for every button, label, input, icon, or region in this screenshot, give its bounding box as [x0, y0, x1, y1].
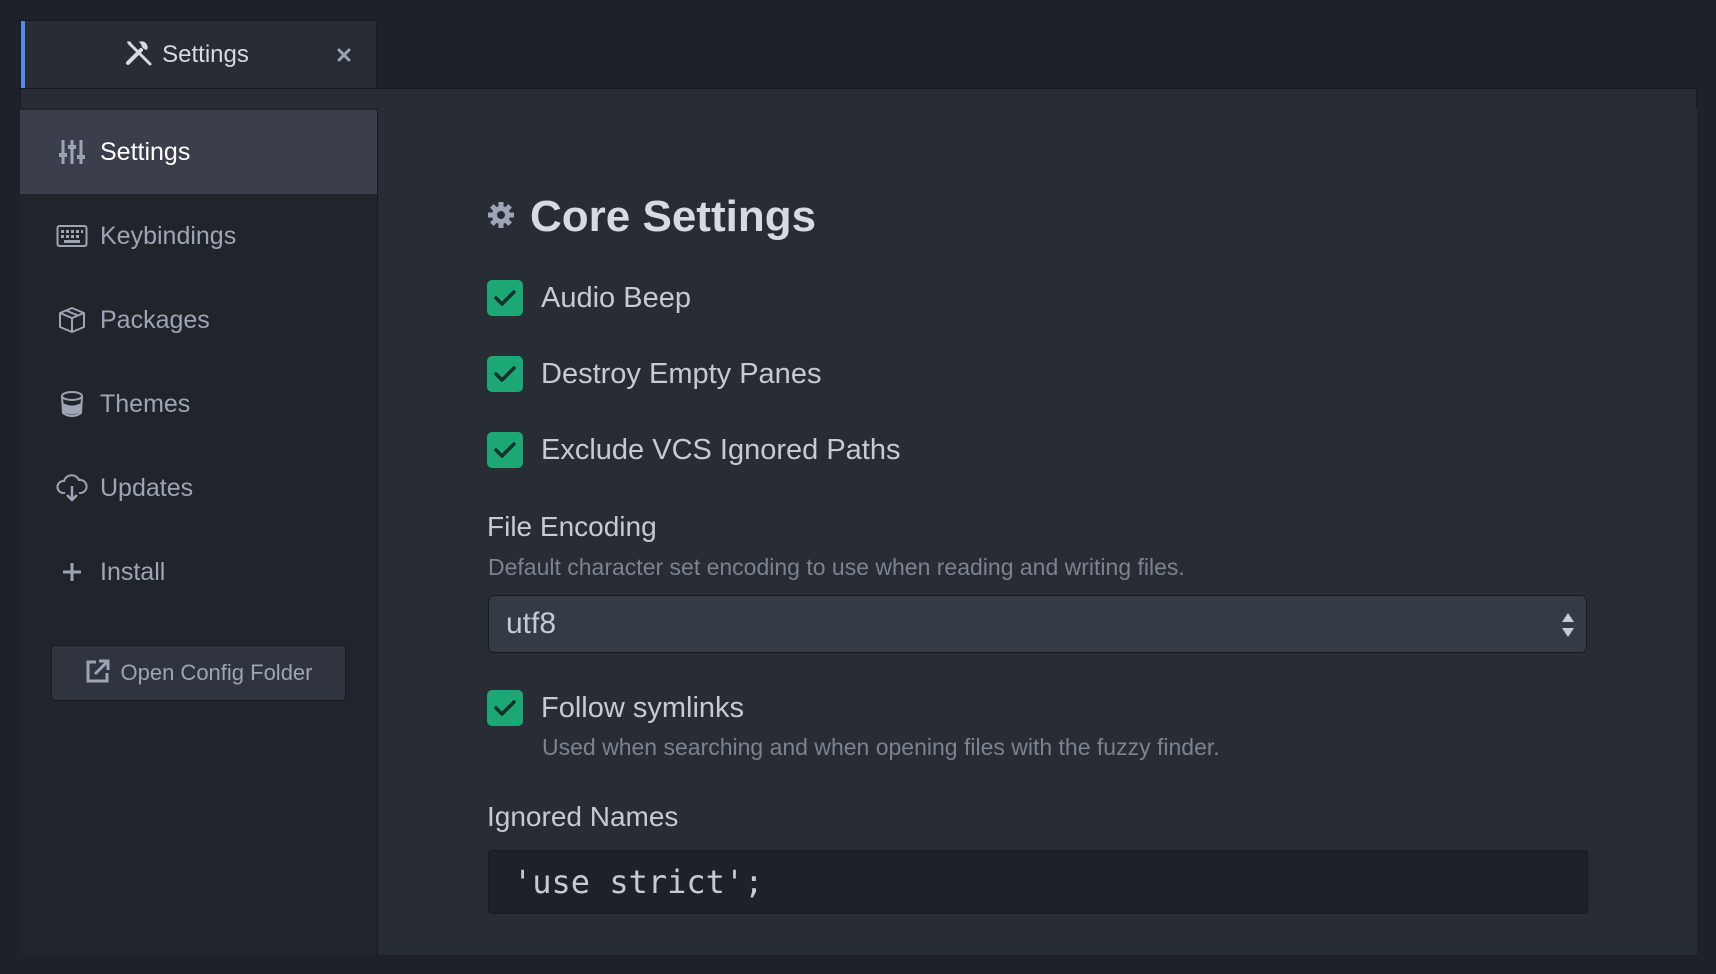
- sidebar-item-themes[interactable]: Themes: [20, 362, 377, 446]
- audio-beep-label: Audio Beep: [541, 281, 691, 314]
- tools-icon: [124, 38, 154, 73]
- ignored-names-value: 'use strict';: [513, 863, 764, 901]
- sidebar-item-packages[interactable]: Packages: [20, 278, 377, 362]
- select-arrows-icon: [1560, 610, 1576, 640]
- exclude-vcs-checkbox[interactable]: Exclude VCS Ignored Paths: [487, 432, 900, 468]
- sidebar-item-updates[interactable]: Updates: [20, 446, 377, 530]
- ignored-names-heading: Ignored Names: [487, 801, 679, 832]
- close-icon[interactable]: [334, 45, 354, 65]
- destroy-empty-panes-label: Destroy Empty Panes: [541, 357, 822, 390]
- tab-title: Settings: [162, 41, 249, 68]
- link-external-icon: [85, 658, 111, 689]
- follow-symlinks-label: Follow symlinks: [541, 691, 745, 724]
- sidebar-item-label: Keybindings: [100, 221, 237, 250]
- checkmark-icon[interactable]: [487, 690, 523, 726]
- open-config-folder-label: Open Config Folder: [120, 660, 313, 685]
- sidebar-item-label: Settings: [100, 137, 191, 166]
- checkmark-icon[interactable]: [487, 280, 523, 316]
- sidebar-item-label: Packages: [100, 305, 210, 334]
- follow-symlinks-description: Used when searching and when opening fil…: [542, 734, 1220, 760]
- file-encoding-value: utf8: [506, 607, 557, 640]
- package-icon: [56, 304, 88, 336]
- follow-symlinks-checkbox[interactable]: Follow symlinks: [487, 690, 744, 726]
- exclude-vcs-label: Exclude VCS Ignored Paths: [541, 433, 901, 466]
- sidebar-item-label: Updates: [100, 473, 194, 502]
- section-title: Core Settings: [486, 192, 816, 242]
- sidebar-item-settings[interactable]: Settings: [20, 110, 377, 194]
- checkmark-icon[interactable]: [487, 356, 523, 392]
- sidebar-item-label: Themes: [100, 389, 191, 418]
- paintcan-icon: [56, 388, 88, 420]
- sidebar-item-install[interactable]: Install: [20, 530, 377, 614]
- open-config-folder-button[interactable]: Open Config Folder: [51, 645, 346, 701]
- sidebar-item-keybindings[interactable]: Keybindings: [20, 194, 377, 278]
- cloud-download-icon: [56, 472, 88, 504]
- sliders-icon: [56, 136, 88, 168]
- core-settings-panel: Core Settings Audio Beep Destroy Empty P…: [378, 108, 1697, 955]
- file-encoding-select[interactable]: utf8: [488, 595, 1587, 653]
- audio-beep-checkbox[interactable]: Audio Beep: [487, 280, 691, 316]
- file-encoding-description: Default character set encoding to use wh…: [488, 554, 1185, 580]
- ignored-names-input[interactable]: 'use strict';: [488, 850, 1588, 914]
- sidebar-item-label: Install: [100, 557, 166, 586]
- file-encoding-heading: File Encoding: [487, 511, 657, 542]
- destroy-empty-panes-checkbox[interactable]: Destroy Empty Panes: [487, 356, 821, 392]
- gear-icon: [486, 200, 516, 235]
- settings-tab[interactable]: Settings: [20, 20, 377, 89]
- keyboard-icon: [56, 220, 88, 252]
- settings-sidebar: Settings Keybindings Packages Themes Upd…: [20, 108, 378, 955]
- plus-icon: [56, 556, 88, 588]
- checkmark-icon[interactable]: [487, 432, 523, 468]
- page-title: Core Settings: [530, 192, 817, 241]
